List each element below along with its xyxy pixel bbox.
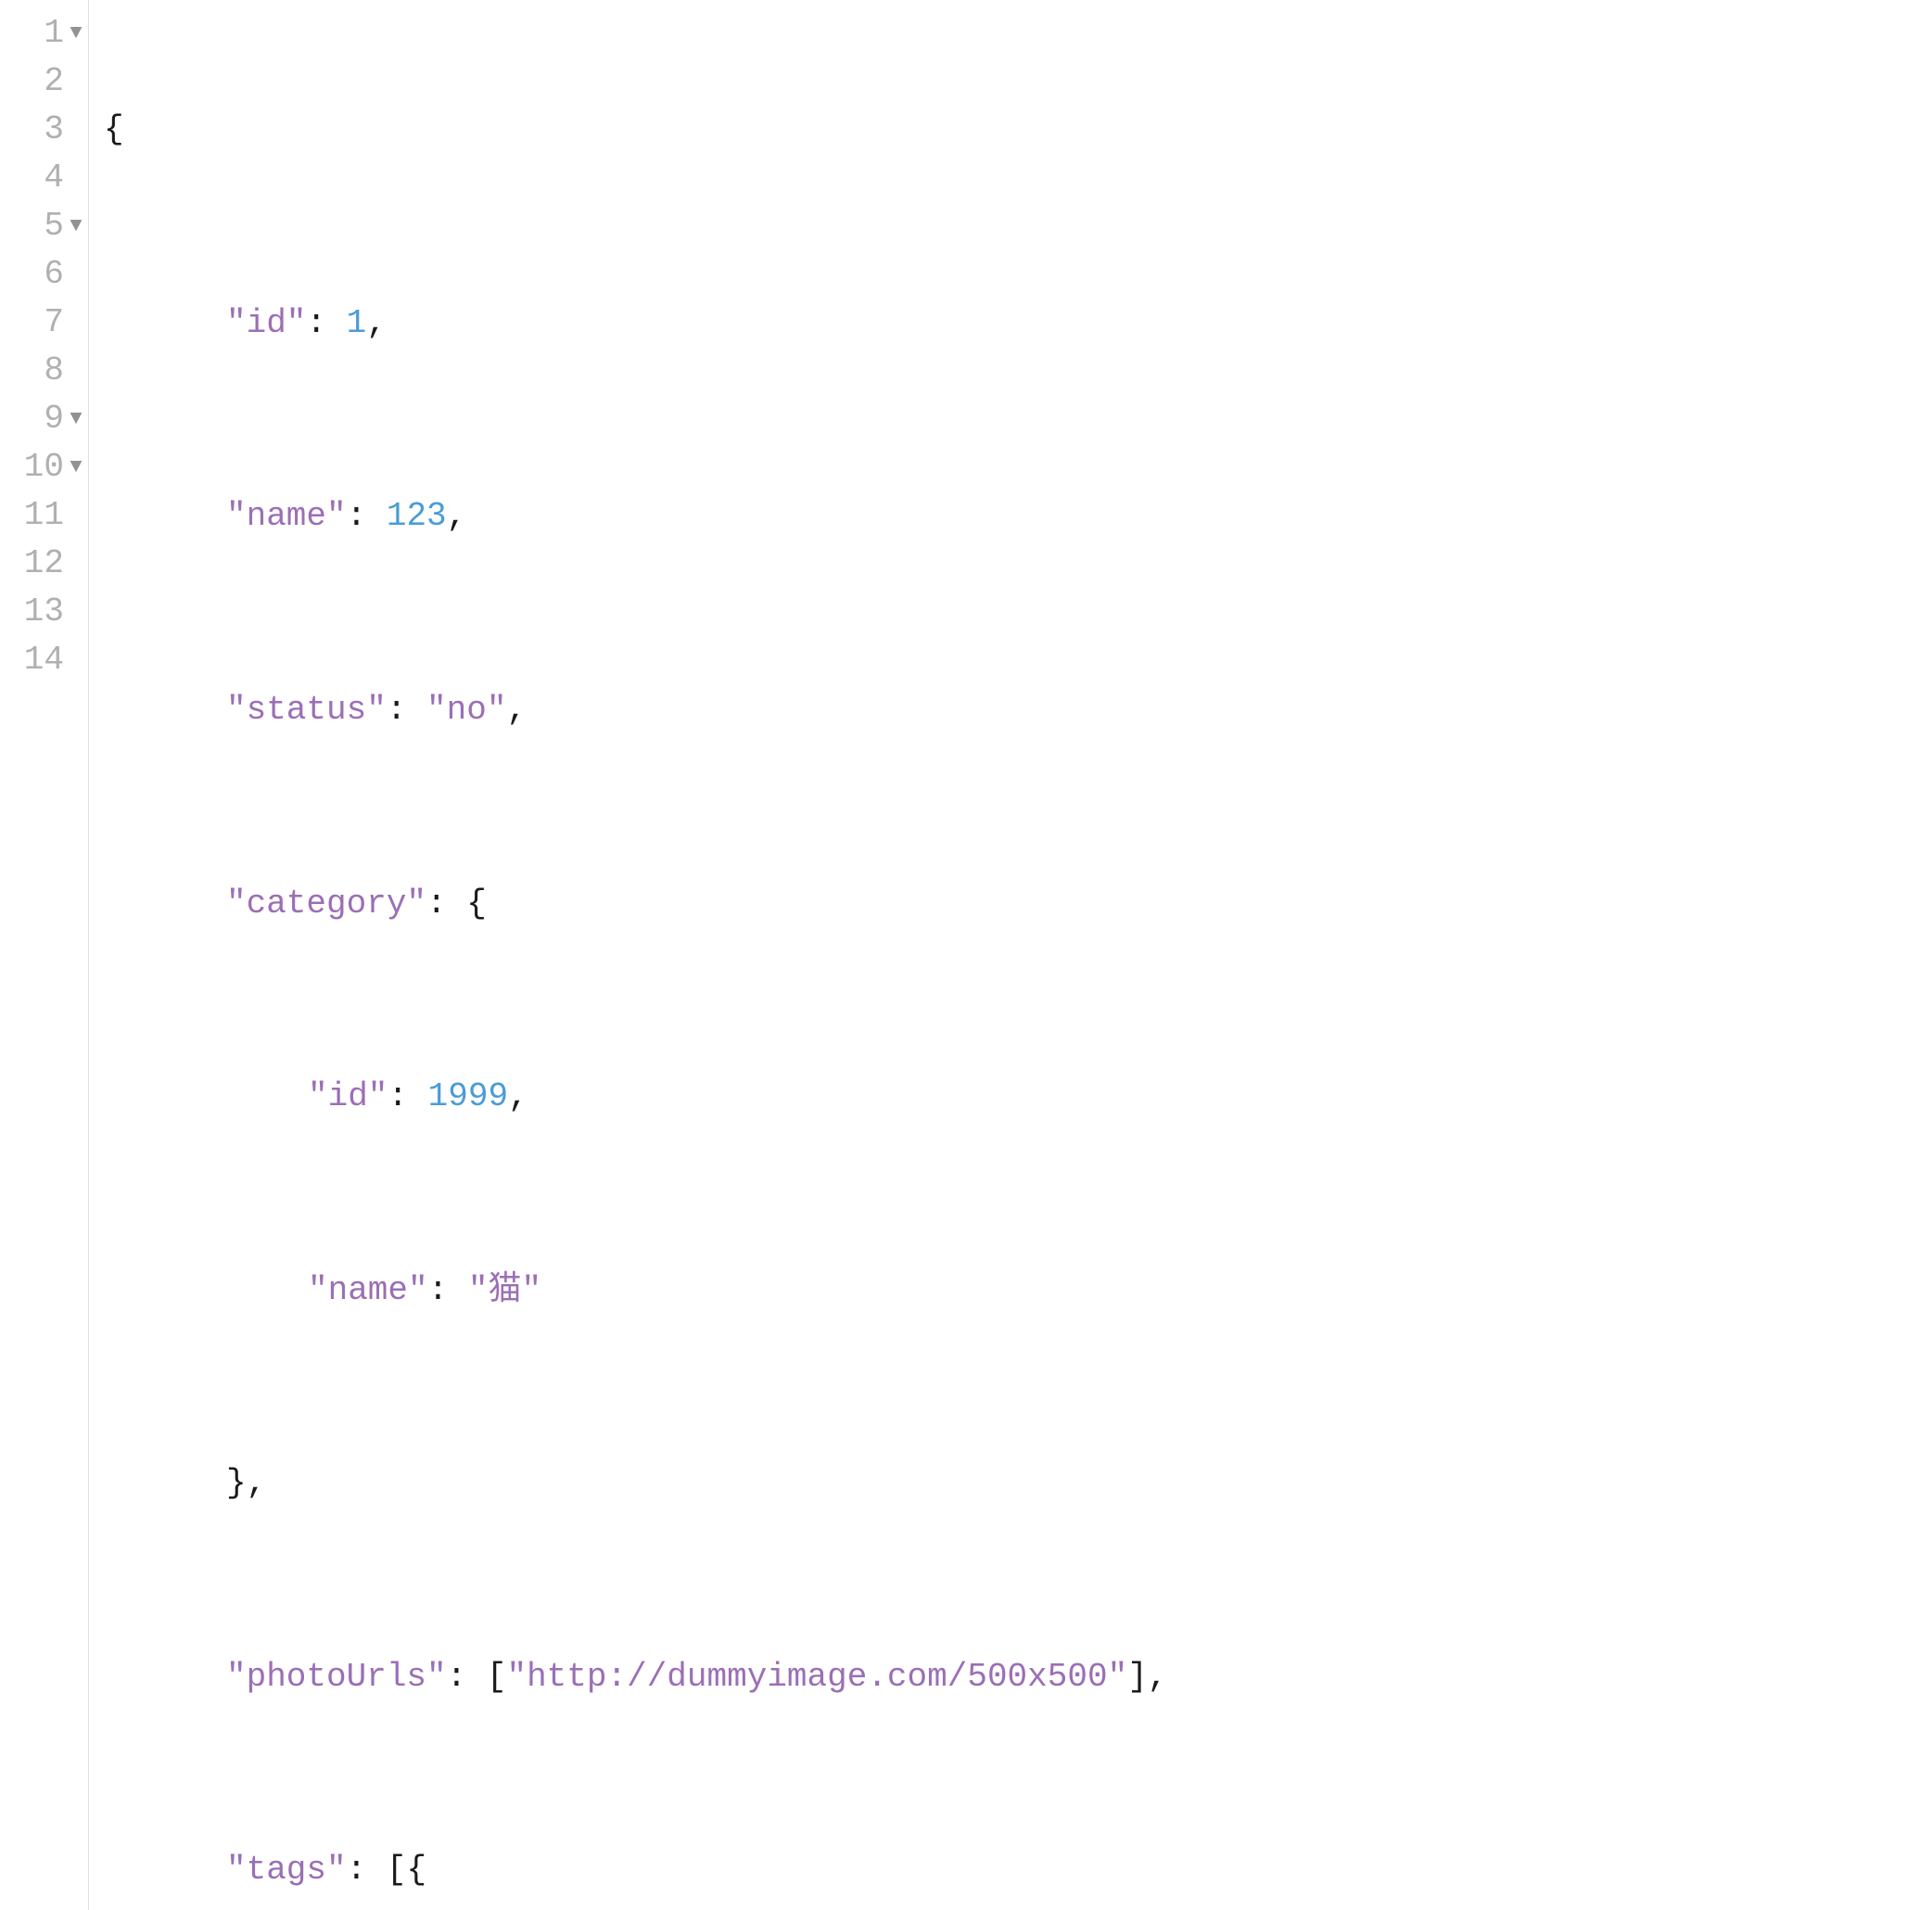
gutter-line[interactable]: 11 — [9, 491, 84, 540]
gutter-line[interactable]: 8 — [9, 347, 84, 395]
line-number: 5 — [44, 202, 64, 250]
gutter-line[interactable]: 4 — [9, 154, 84, 202]
colon: : — [388, 1073, 427, 1121]
json-key: "photoUrls" — [226, 1653, 447, 1701]
brace-open: { — [466, 880, 487, 928]
code-line[interactable]: "name": 123, — [104, 493, 1167, 541]
gutter-line[interactable]: 5 ▼ — [9, 202, 84, 250]
code-line[interactable]: { — [104, 106, 1167, 154]
line-number: 13 — [24, 588, 64, 636]
code-line[interactable]: "status": "no", — [104, 686, 1167, 734]
gutter-line[interactable]: 3 — [9, 106, 84, 154]
line-number: 6 — [44, 250, 64, 299]
bracket-open: [ — [487, 1653, 507, 1701]
json-number: 123 — [387, 492, 447, 541]
comma: , — [247, 1459, 267, 1508]
line-number: 9 — [44, 395, 64, 443]
gutter-line[interactable]: 1 ▼ — [9, 9, 84, 57]
code-line[interactable]: "id": 1999, — [104, 1073, 1167, 1121]
gutter-line[interactable]: 10 ▼ — [9, 443, 84, 491]
json-key: "status" — [226, 686, 387, 734]
line-number: 12 — [24, 540, 64, 588]
colon: : — [347, 492, 387, 541]
brace-open: { — [406, 1846, 426, 1894]
line-number: 10 — [24, 443, 64, 491]
json-key: "name" — [308, 1267, 428, 1315]
json-key: "category" — [226, 880, 426, 928]
json-key: "tags" — [226, 1846, 347, 1894]
comma: , — [447, 492, 467, 541]
colon: : — [426, 880, 466, 928]
bracket-open: [ — [387, 1846, 407, 1894]
gutter-line[interactable]: 9 ▼ — [9, 395, 84, 443]
comma: , — [1148, 1653, 1168, 1701]
line-number: 3 — [44, 106, 64, 154]
colon: : — [347, 1846, 387, 1894]
line-number: 4 — [44, 154, 64, 202]
json-key: "id" — [226, 299, 306, 348]
code-line[interactable]: "tags": [{ — [104, 1846, 1167, 1894]
json-string: "猫" — [468, 1267, 541, 1315]
code-line[interactable]: }, — [104, 1459, 1167, 1508]
gutter-line[interactable]: 13 — [9, 588, 84, 636]
line-number-gutter: 1 ▼ 2 3 4 5 ▼ 6 7 8 9 ▼ 10 ▼ 11 12 — [0, 0, 89, 1910]
fold-toggle-icon[interactable]: ▼ — [68, 211, 84, 241]
gutter-line[interactable]: 7 — [9, 299, 84, 347]
json-number: 1999 — [428, 1073, 508, 1121]
colon: : — [447, 1653, 487, 1701]
bracket-close: ] — [1127, 1653, 1148, 1701]
code-line[interactable]: "category": { — [104, 880, 1167, 928]
gutter-line[interactable]: 2 — [9, 57, 84, 106]
colon: : — [306, 299, 346, 348]
json-key: "name" — [226, 492, 347, 541]
line-number: 11 — [24, 491, 64, 540]
line-number: 2 — [44, 57, 64, 106]
gutter-line[interactable]: 12 — [9, 540, 84, 588]
brace-close: } — [226, 1459, 247, 1508]
colon: : — [387, 686, 426, 734]
code-line[interactable]: "name": "猫" — [104, 1267, 1167, 1315]
gutter-line[interactable]: 14 — [9, 636, 84, 684]
fold-toggle-icon[interactable]: ▼ — [68, 452, 84, 482]
fold-toggle-icon[interactable]: ▼ — [68, 19, 84, 48]
json-key: "id" — [308, 1073, 388, 1121]
code-line[interactable]: "id": 1, — [104, 299, 1167, 348]
line-number: 8 — [44, 347, 64, 395]
json-string: "http://dummyimage.com/500x500" — [506, 1653, 1127, 1701]
code-line[interactable]: "photoUrls": ["http://dummyimage.com/500… — [104, 1653, 1167, 1701]
colon: : — [428, 1267, 468, 1315]
comma: , — [508, 1073, 528, 1121]
gutter-line[interactable]: 6 — [9, 250, 84, 299]
comma: , — [366, 299, 387, 348]
json-number: 1 — [347, 299, 367, 348]
json-string: "no" — [426, 686, 506, 734]
brace-open: { — [104, 106, 124, 154]
code-editor[interactable]: { "id": 1, "name": 123, "status": "no", … — [89, 0, 1176, 1910]
line-number: 7 — [44, 299, 64, 347]
line-number: 1 — [44, 9, 64, 57]
line-number: 14 — [24, 636, 64, 684]
comma: , — [506, 686, 527, 734]
fold-toggle-icon[interactable]: ▼ — [68, 404, 84, 434]
